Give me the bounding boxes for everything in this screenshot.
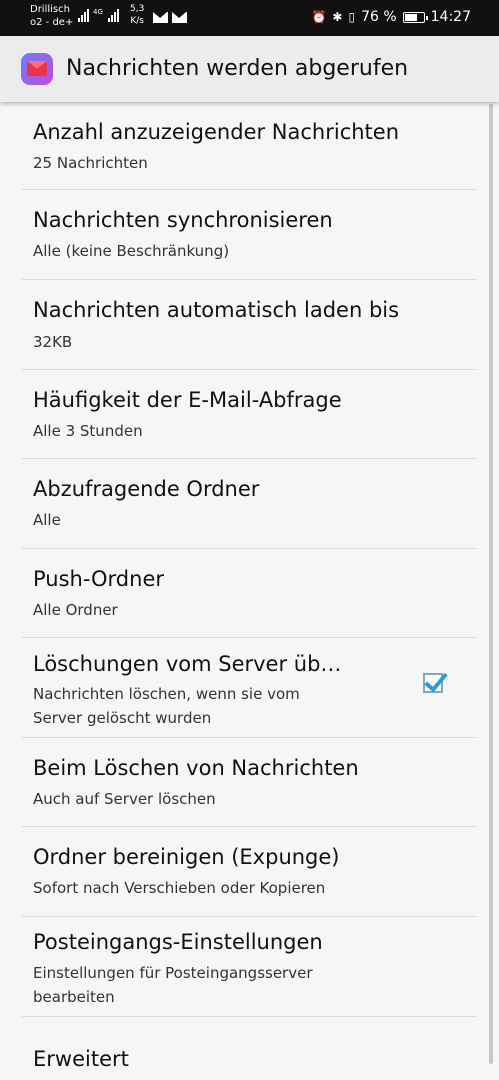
mail-notification-icon-2: [172, 12, 187, 23]
signal-strength-icon: [78, 8, 89, 22]
clock: 14:27: [430, 9, 471, 25]
setting-title: Push-Ordner: [33, 567, 165, 591]
carrier-line-1: Drillisch: [30, 4, 70, 15]
page-title: Nachrichten werden abgerufen: [66, 56, 409, 81]
app-bar: Nachrichten werden abgerufen: [0, 36, 499, 102]
signal-strength-icon-2: [107, 8, 119, 22]
status-bar: Drillisch o2 - de+ 4G 5,3 K/s ⏰ ✱ ▯ 76 %…: [0, 0, 499, 36]
setting-summary-line-1: Nachrichten löschen, wenn sie vom: [33, 685, 300, 703]
settings-list: Anzahl anzuzeigender Nachrichten 25 Nach…: [0, 102, 499, 1077]
setting-title: Ordner bereinigen (Expunge): [33, 845, 340, 869]
setting-summary: 25 Nachrichten: [33, 154, 148, 172]
carrier-line-2: o2 - de+: [30, 17, 74, 28]
app-logo-icon: [21, 53, 53, 85]
setting-summary-line-1: Einstellungen für Posteingangsserver: [33, 964, 313, 982]
speed-value: 5,3: [130, 4, 145, 14]
scrollbar[interactable]: [489, 104, 493, 1064]
network-type-label: 4G: [93, 8, 103, 16]
setting-summary: Alle (keine Beschränkung): [33, 242, 230, 260]
carrier-label: Drillisch o2 - de+: [30, 3, 73, 29]
setting-title: Nachrichten automatisch laden bis: [33, 298, 400, 322]
setting-summary: Alle Ordner: [33, 601, 118, 619]
setting-summary: Sofort nach Verschieben oder Kopieren: [33, 879, 326, 897]
speed-unit: K/s: [130, 16, 144, 26]
vibrate-icon: ▯: [348, 10, 356, 24]
setting-title: Beim Löschen von Nachrichten: [33, 756, 359, 780]
battery-fill: [404, 13, 417, 21]
setting-summary: Auch auf Server löschen: [33, 790, 216, 808]
setting-poll-folders[interactable]: Abzufragende Ordner Alle: [22, 459, 477, 549]
setting-title: Posteingangs-Einstellungen: [33, 930, 323, 954]
setting-summary: Alle 3 Stunden: [33, 422, 143, 440]
server-deletions-checkbox[interactable]: [423, 673, 443, 693]
signal-group: 4G: [78, 8, 119, 22]
setting-sync-messages[interactable]: Nachrichten synchronisieren Alle (keine …: [22, 190, 477, 280]
setting-summary: 32KB: [33, 333, 73, 351]
setting-summary-line-2: Server gelöscht wurden: [33, 709, 212, 727]
setting-incoming-server[interactable]: Posteingangs-Einstellungen Einstellungen…: [22, 917, 477, 1017]
setting-message-count[interactable]: Anzahl anzuzeigender Nachrichten 25 Nach…: [22, 102, 477, 190]
network-speed: 5,3 K/s: [130, 3, 144, 27]
battery-percent: 76 %: [361, 9, 397, 25]
setting-title: Abzufragende Ordner: [33, 477, 260, 501]
battery-icon: [402, 11, 428, 23]
setting-title: Erweitert: [33, 1047, 129, 1071]
setting-server-deletions[interactable]: Löschungen vom Server üb… Nachrichten lö…: [22, 638, 477, 738]
mail-notification-icon: [153, 12, 168, 23]
setting-summary-line-2: bearbeiten: [33, 988, 115, 1006]
setting-advanced[interactable]: Erweitert: [22, 1017, 477, 1077]
status-right: ⏰ ✱ ▯ 76 % 14:27: [311, 9, 471, 25]
setting-title: Nachrichten synchronisieren: [33, 208, 333, 232]
setting-autoload-size[interactable]: Nachrichten automatisch laden bis 32KB: [22, 280, 477, 370]
setting-push-folders[interactable]: Push-Ordner Alle Ordner: [22, 549, 477, 638]
setting-title: Häufigkeit der E-Mail-Abfrage: [33, 388, 342, 412]
setting-title: Anzahl anzuzeigender Nachrichten: [33, 120, 400, 144]
bluetooth-icon: ✱: [332, 10, 343, 24]
setting-poll-frequency[interactable]: Häufigkeit der E-Mail-Abfrage Alle 3 Stu…: [22, 370, 477, 459]
setting-on-delete[interactable]: Beim Löschen von Nachrichten Auch auf Se…: [22, 738, 477, 827]
setting-title: Löschungen vom Server üb…: [33, 652, 342, 676]
setting-summary: Alle: [33, 511, 61, 529]
setting-expunge[interactable]: Ordner bereinigen (Expunge) Sofort nach …: [22, 827, 477, 917]
alarm-icon: ⏰: [311, 10, 327, 24]
